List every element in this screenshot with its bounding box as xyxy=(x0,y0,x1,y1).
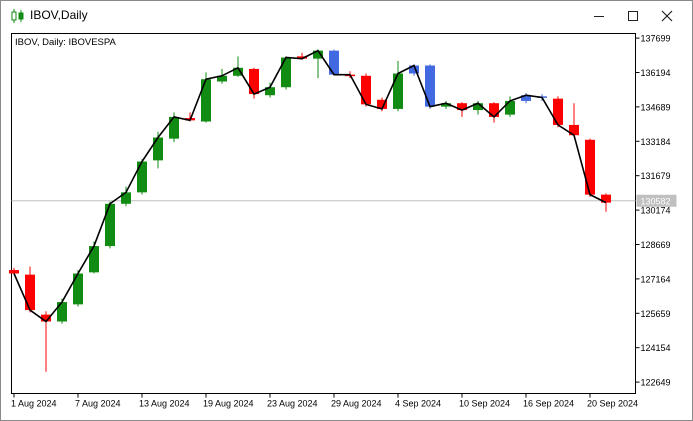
x-tick-label: 16 Sep 2024 xyxy=(523,399,574,409)
candle-body xyxy=(201,79,211,122)
y-tick-label: 137699 xyxy=(641,34,671,44)
x-tick-label: 29 Aug 2024 xyxy=(331,399,382,409)
candle-body xyxy=(585,139,595,195)
y-tick-label: 124154 xyxy=(641,343,671,353)
y-tick-label: 136194 xyxy=(641,68,671,78)
close-icon xyxy=(661,10,673,22)
x-tick-label: 1 Aug 2024 xyxy=(11,399,57,409)
chart-window: IBOV,Daily IBOV, Daily: IBOVESPA 137699 1… xyxy=(0,0,693,421)
y-tick-label: 122649 xyxy=(641,378,671,388)
candle-body xyxy=(105,203,115,247)
y-tick-label: 133184 xyxy=(641,137,671,147)
candle-body xyxy=(329,50,339,75)
candle-body xyxy=(153,137,163,161)
candle-body xyxy=(89,246,99,273)
candle[interactable] xyxy=(585,138,595,197)
x-tick-label: 19 Aug 2024 xyxy=(203,399,254,409)
x-tick-label: 4 Sep 2024 xyxy=(395,399,441,409)
y-tick-label: 134689 xyxy=(641,102,671,112)
candle-body xyxy=(553,98,563,125)
candle-body xyxy=(425,65,435,107)
candle-body xyxy=(137,161,147,193)
candle-body xyxy=(25,274,35,311)
y-tick-label: 131679 xyxy=(641,171,671,181)
y-tick-label: 127164 xyxy=(641,274,671,284)
candlestick-chart-icon xyxy=(11,9,24,23)
candle-body xyxy=(361,75,371,105)
price-label-text: 130582 xyxy=(641,196,671,206)
candle-body xyxy=(281,57,291,88)
candle[interactable] xyxy=(73,270,83,307)
candle[interactable] xyxy=(137,159,147,195)
candlestick-chart[interactable]: IBOV, Daily: IBOVESPA 137699 136194 134689… xyxy=(9,31,692,411)
close-button[interactable] xyxy=(650,1,684,31)
window-title: IBOV,Daily xyxy=(30,8,88,22)
candle[interactable] xyxy=(281,56,291,90)
current-price-label: 130582 xyxy=(636,194,677,207)
time-axis: 1 Aug 2024 7 Aug 2024 13 Aug 2024 19 Aug 20… xyxy=(11,393,638,409)
chart-area[interactable]: IBOV, Daily: IBOVESPA 137699 136194 134689… xyxy=(9,31,692,411)
minimize-icon xyxy=(594,16,604,17)
x-tick-label: 7 Aug 2024 xyxy=(75,399,121,409)
maximize-button[interactable] xyxy=(616,1,650,31)
maximize-icon xyxy=(628,11,638,21)
y-tick-label: 130174 xyxy=(641,206,671,216)
x-tick-label: 23 Aug 2024 xyxy=(267,399,318,409)
candle-body xyxy=(505,100,515,115)
candle-body xyxy=(249,68,259,95)
candle[interactable] xyxy=(361,73,371,107)
x-tick-label: 13 Aug 2024 xyxy=(139,399,190,409)
x-tick-label: 20 Sep 2024 xyxy=(587,399,638,409)
candle[interactable] xyxy=(329,49,339,75)
candle[interactable] xyxy=(425,64,435,109)
candle[interactable] xyxy=(105,201,115,249)
chart-label: IBOV, Daily: IBOVESPA xyxy=(15,37,117,48)
candle-body xyxy=(9,270,19,274)
price-axis: 137699 136194 134689 133184 131679 130174 1286… xyxy=(635,34,671,388)
y-tick-label: 125659 xyxy=(641,309,671,319)
title-bar[interactable]: IBOV,Daily xyxy=(1,1,692,31)
candle-body xyxy=(57,302,67,322)
candle[interactable] xyxy=(553,96,563,128)
candle-body xyxy=(393,73,403,109)
x-tick-label: 10 Sep 2024 xyxy=(459,399,510,409)
y-tick-label: 128669 xyxy=(641,240,671,250)
minimize-button[interactable] xyxy=(582,1,616,31)
